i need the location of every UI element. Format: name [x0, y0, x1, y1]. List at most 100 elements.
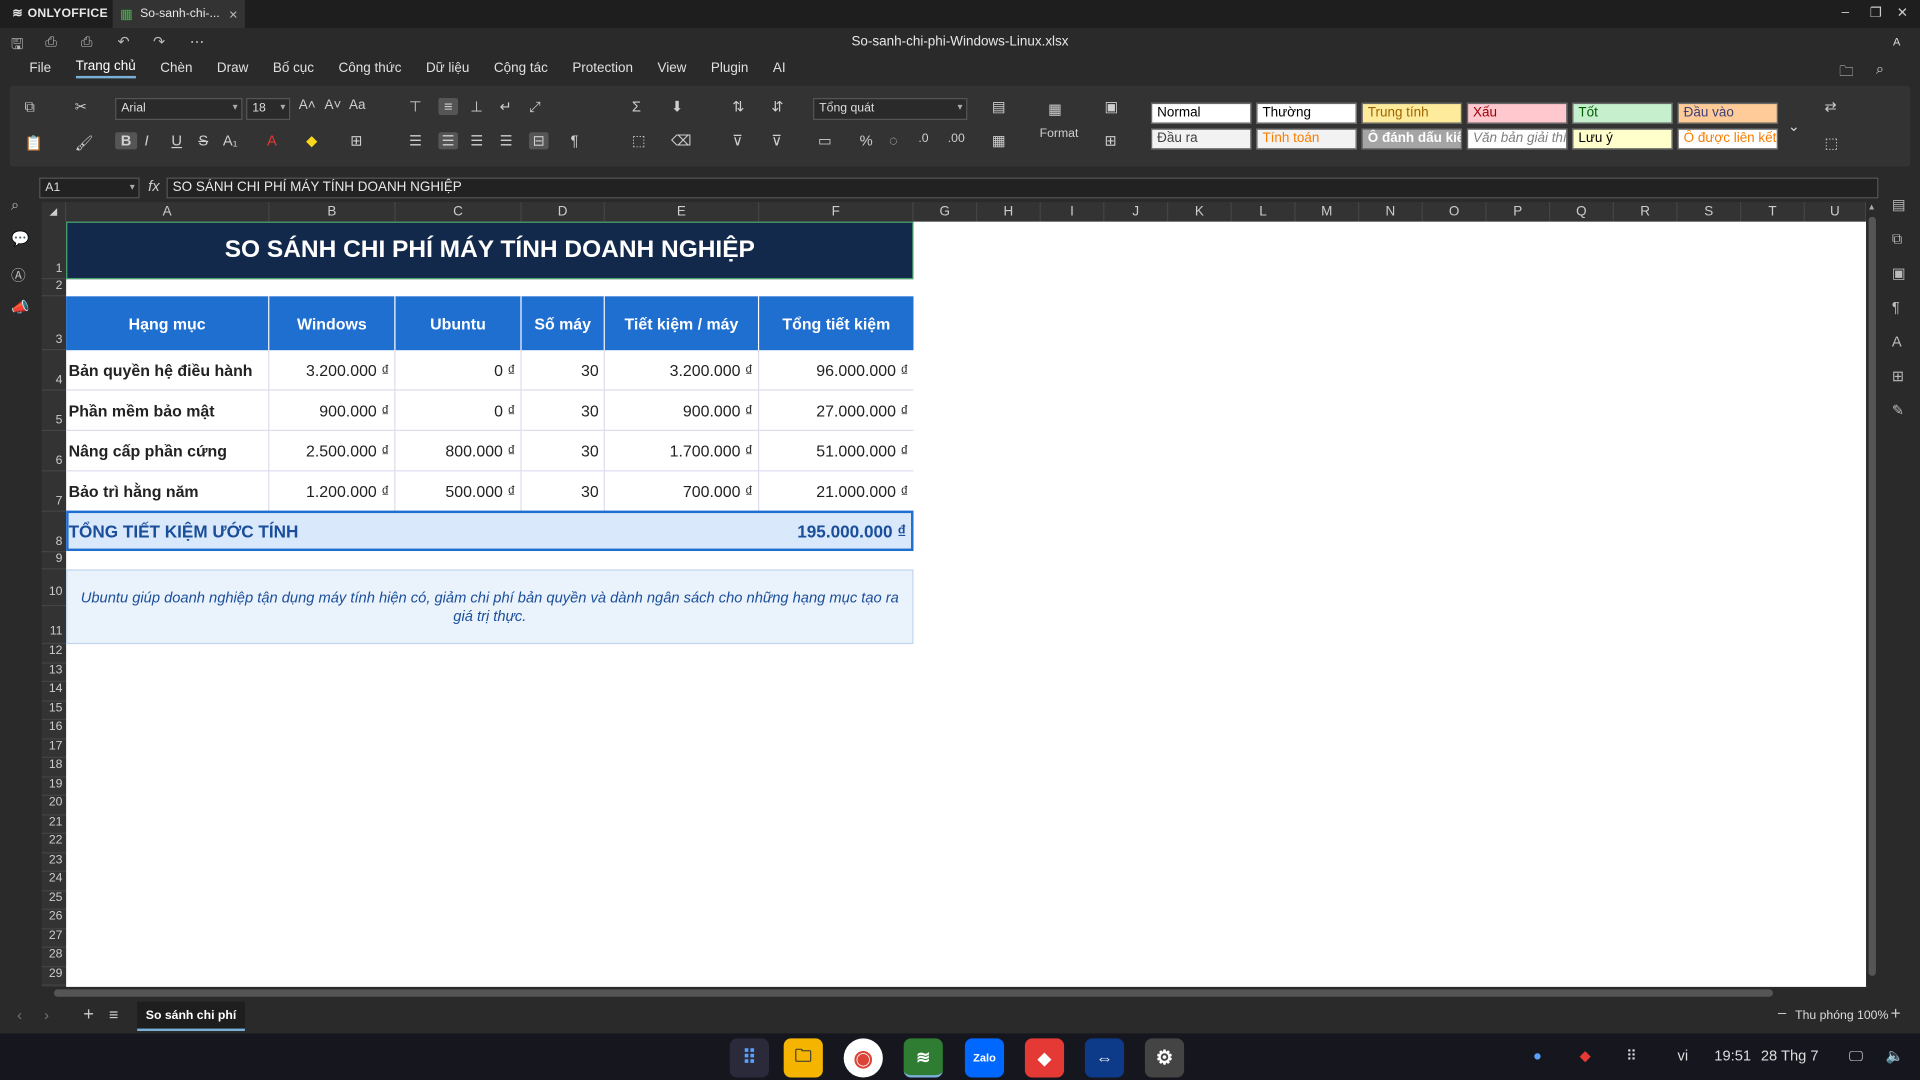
align-left-icon[interactable]: ☰ — [409, 132, 422, 149]
menu-formula[interactable]: Công thức — [339, 61, 402, 76]
number-format-select[interactable]: Tổng quát ▾ — [813, 97, 968, 120]
cell-category[interactable]: Nâng cấp phần cứng — [66, 431, 270, 472]
feedback-icon[interactable]: 📣 — [11, 299, 29, 316]
column-header-i[interactable]: I — [1041, 202, 1105, 222]
menu-data[interactable]: Dữ liệu — [426, 61, 469, 76]
cell-windows[interactable]: 900.000 ₫ — [269, 390, 396, 432]
copy-icon[interactable]: ⧉ — [24, 98, 35, 116]
cut-icon[interactable]: ✂ — [75, 98, 87, 115]
menu-plugin[interactable]: Plugin — [711, 61, 748, 76]
menu-insert[interactable]: Chèn — [160, 61, 192, 76]
align-top-icon[interactable]: ⊤ — [409, 98, 422, 115]
cell-windows[interactable]: 3.200.000 ₫ — [269, 350, 396, 391]
row-header-18[interactable]: 18 — [41, 758, 67, 777]
onlyoffice-brand[interactable]: ≋ ONLYOFFICE — [0, 0, 113, 28]
search-icon[interactable]: ⌕ — [1876, 60, 1884, 78]
column-header-t[interactable]: T — [1741, 202, 1805, 222]
cell-machines[interactable]: 30 — [521, 350, 605, 391]
row-header-23[interactable]: 23 — [41, 853, 67, 872]
menu-home[interactable]: Trang chủ — [75, 59, 136, 79]
row-header-5[interactable]: 5 — [41, 391, 67, 432]
note-cell[interactable]: Ubuntu giúp doanh nghiệp tận dụng máy tí… — [66, 569, 914, 645]
bold-icon[interactable]: B — [115, 132, 138, 150]
row-header-14[interactable]: 14 — [41, 682, 67, 702]
style-input[interactable]: Đầu vào — [1677, 102, 1778, 124]
onlyoffice-icon[interactable]: ≋ — [903, 1038, 943, 1078]
zalo-tray-icon[interactable]: ● — [1533, 1047, 1542, 1064]
insert-function-icon[interactable]: fx — [148, 178, 159, 195]
row-header-1[interactable]: 1 — [41, 222, 67, 280]
column-header-f[interactable]: F — [759, 202, 914, 222]
column-header-k[interactable]: K — [1168, 202, 1232, 222]
change-case-icon[interactable]: Aa — [349, 98, 365, 113]
files-icon[interactable]: 🗀 — [783, 1038, 823, 1078]
row-header-11[interactable]: 11 — [41, 606, 67, 645]
menu-file[interactable]: File — [29, 61, 51, 76]
anydesk-icon[interactable]: ◆ — [1024, 1038, 1065, 1078]
font-size-select[interactable]: 18 ▾ — [246, 97, 291, 120]
currency-icon[interactable]: ◌ — [889, 132, 898, 149]
row-header-21[interactable]: 21 — [41, 815, 67, 834]
indent-icon[interactable]: ¶ — [571, 132, 579, 149]
zalo-icon[interactable]: Zalo — [964, 1038, 1005, 1078]
merge-cells-icon[interactable]: ⊟ — [528, 132, 549, 150]
chrome-icon[interactable]: ◉ — [843, 1038, 883, 1078]
horizontal-scroll-thumb[interactable] — [53, 989, 1774, 997]
sort-descending-icon[interactable]: ⇵ — [771, 98, 783, 115]
style-note[interactable]: Lưu ý — [1572, 128, 1673, 150]
orientation-icon[interactable]: ⤢ — [529, 98, 541, 116]
style-linked-cell[interactable]: Ô được liên kết — [1677, 128, 1778, 150]
style-output[interactable]: Đầu ra — [1151, 128, 1252, 150]
font-color-icon[interactable]: A — [267, 132, 277, 149]
align-center-icon[interactable]: ☰ — [438, 132, 458, 150]
minimize-icon[interactable]: – — [1842, 5, 1850, 20]
spreadsheet-grid[interactable]: SO SÁNH CHI PHÍ MÁY TÍNH DOANH NGHIỆP Hạ… — [66, 221, 1867, 987]
menu-protection[interactable]: Protection — [572, 61, 633, 76]
restore-icon[interactable]: ❐ — [1870, 5, 1882, 21]
cell-settings-icon[interactable]: ▤ — [1892, 196, 1906, 213]
row-header-22[interactable]: 22 — [41, 834, 67, 853]
row-header-10[interactable]: 10 — [41, 569, 67, 607]
row-header-12[interactable]: 12 — [41, 644, 67, 664]
column-header-c[interactable]: C — [396, 202, 522, 222]
vertical-scroll-thumb[interactable] — [1868, 216, 1876, 976]
decrease-font-icon[interactable]: A˅ — [324, 98, 341, 113]
row-header-26[interactable]: 26 — [41, 910, 67, 929]
cell-style-icon[interactable]: ▣ — [1104, 98, 1118, 115]
select-icon[interactable]: ⬚ — [1824, 135, 1838, 152]
row-header-8[interactable]: 8 — [41, 512, 67, 553]
horizontal-scrollbar[interactable] — [41, 986, 1867, 1000]
column-header-e[interactable]: E — [605, 202, 760, 222]
align-bottom-icon[interactable]: ⊥ — [470, 98, 483, 115]
app-grid-icon[interactable]: ⠿ — [729, 1038, 769, 1078]
spellcheck-icon[interactable]: Ⓐ — [11, 264, 26, 285]
column-header-a[interactable]: A — [66, 202, 270, 222]
menu-ai[interactable]: AI — [773, 61, 786, 76]
cell-saving-per-machine[interactable]: 700.000 ₫ — [605, 471, 760, 512]
row-header-3[interactable]: 3 — [41, 296, 67, 351]
column-header-o[interactable]: O — [1423, 202, 1487, 222]
row-header-25[interactable]: 25 — [41, 891, 67, 910]
image-settings-icon[interactable]: ▣ — [1892, 264, 1906, 281]
align-right-icon[interactable]: ☰ — [470, 132, 483, 149]
open-folder-icon[interactable]: 🗀 — [1839, 60, 1854, 86]
cell-total-saving[interactable]: 96.000.000 ₫ — [759, 350, 914, 391]
cell-total-saving[interactable]: 21.000.000 ₫ — [759, 471, 913, 511]
insert-cells-icon[interactable]: ▦ — [992, 132, 1006, 149]
accounting-format-icon[interactable]: ▭ — [818, 132, 832, 149]
row-header-19[interactable]: 19 — [41, 777, 67, 796]
column-header-n[interactable]: N — [1359, 202, 1423, 222]
style-regular[interactable]: Thường — [1256, 102, 1357, 124]
total-label[interactable]: TỔNG TIẾT KIỆM ƯỚC TÍNH — [69, 512, 559, 550]
underline-icon[interactable]: U — [171, 132, 182, 149]
style-bad[interactable]: Xấu — [1466, 102, 1568, 124]
add-sheet-icon[interactable]: + — [83, 1004, 94, 1025]
close-tab-icon[interactable]: × — [229, 6, 238, 23]
style-neutral[interactable]: Trung tính — [1361, 102, 1463, 124]
style-explanatory-text[interactable]: Văn bản giải thí — [1466, 128, 1568, 150]
autosum-icon[interactable]: Σ — [632, 98, 641, 115]
fill-icon[interactable]: ⬇ — [671, 98, 683, 115]
zoom-in-icon[interactable]: + — [1891, 1003, 1901, 1023]
style-normal[interactable]: Normal — [1151, 102, 1252, 124]
select-all-icon[interactable]: ◢ — [42, 202, 67, 222]
